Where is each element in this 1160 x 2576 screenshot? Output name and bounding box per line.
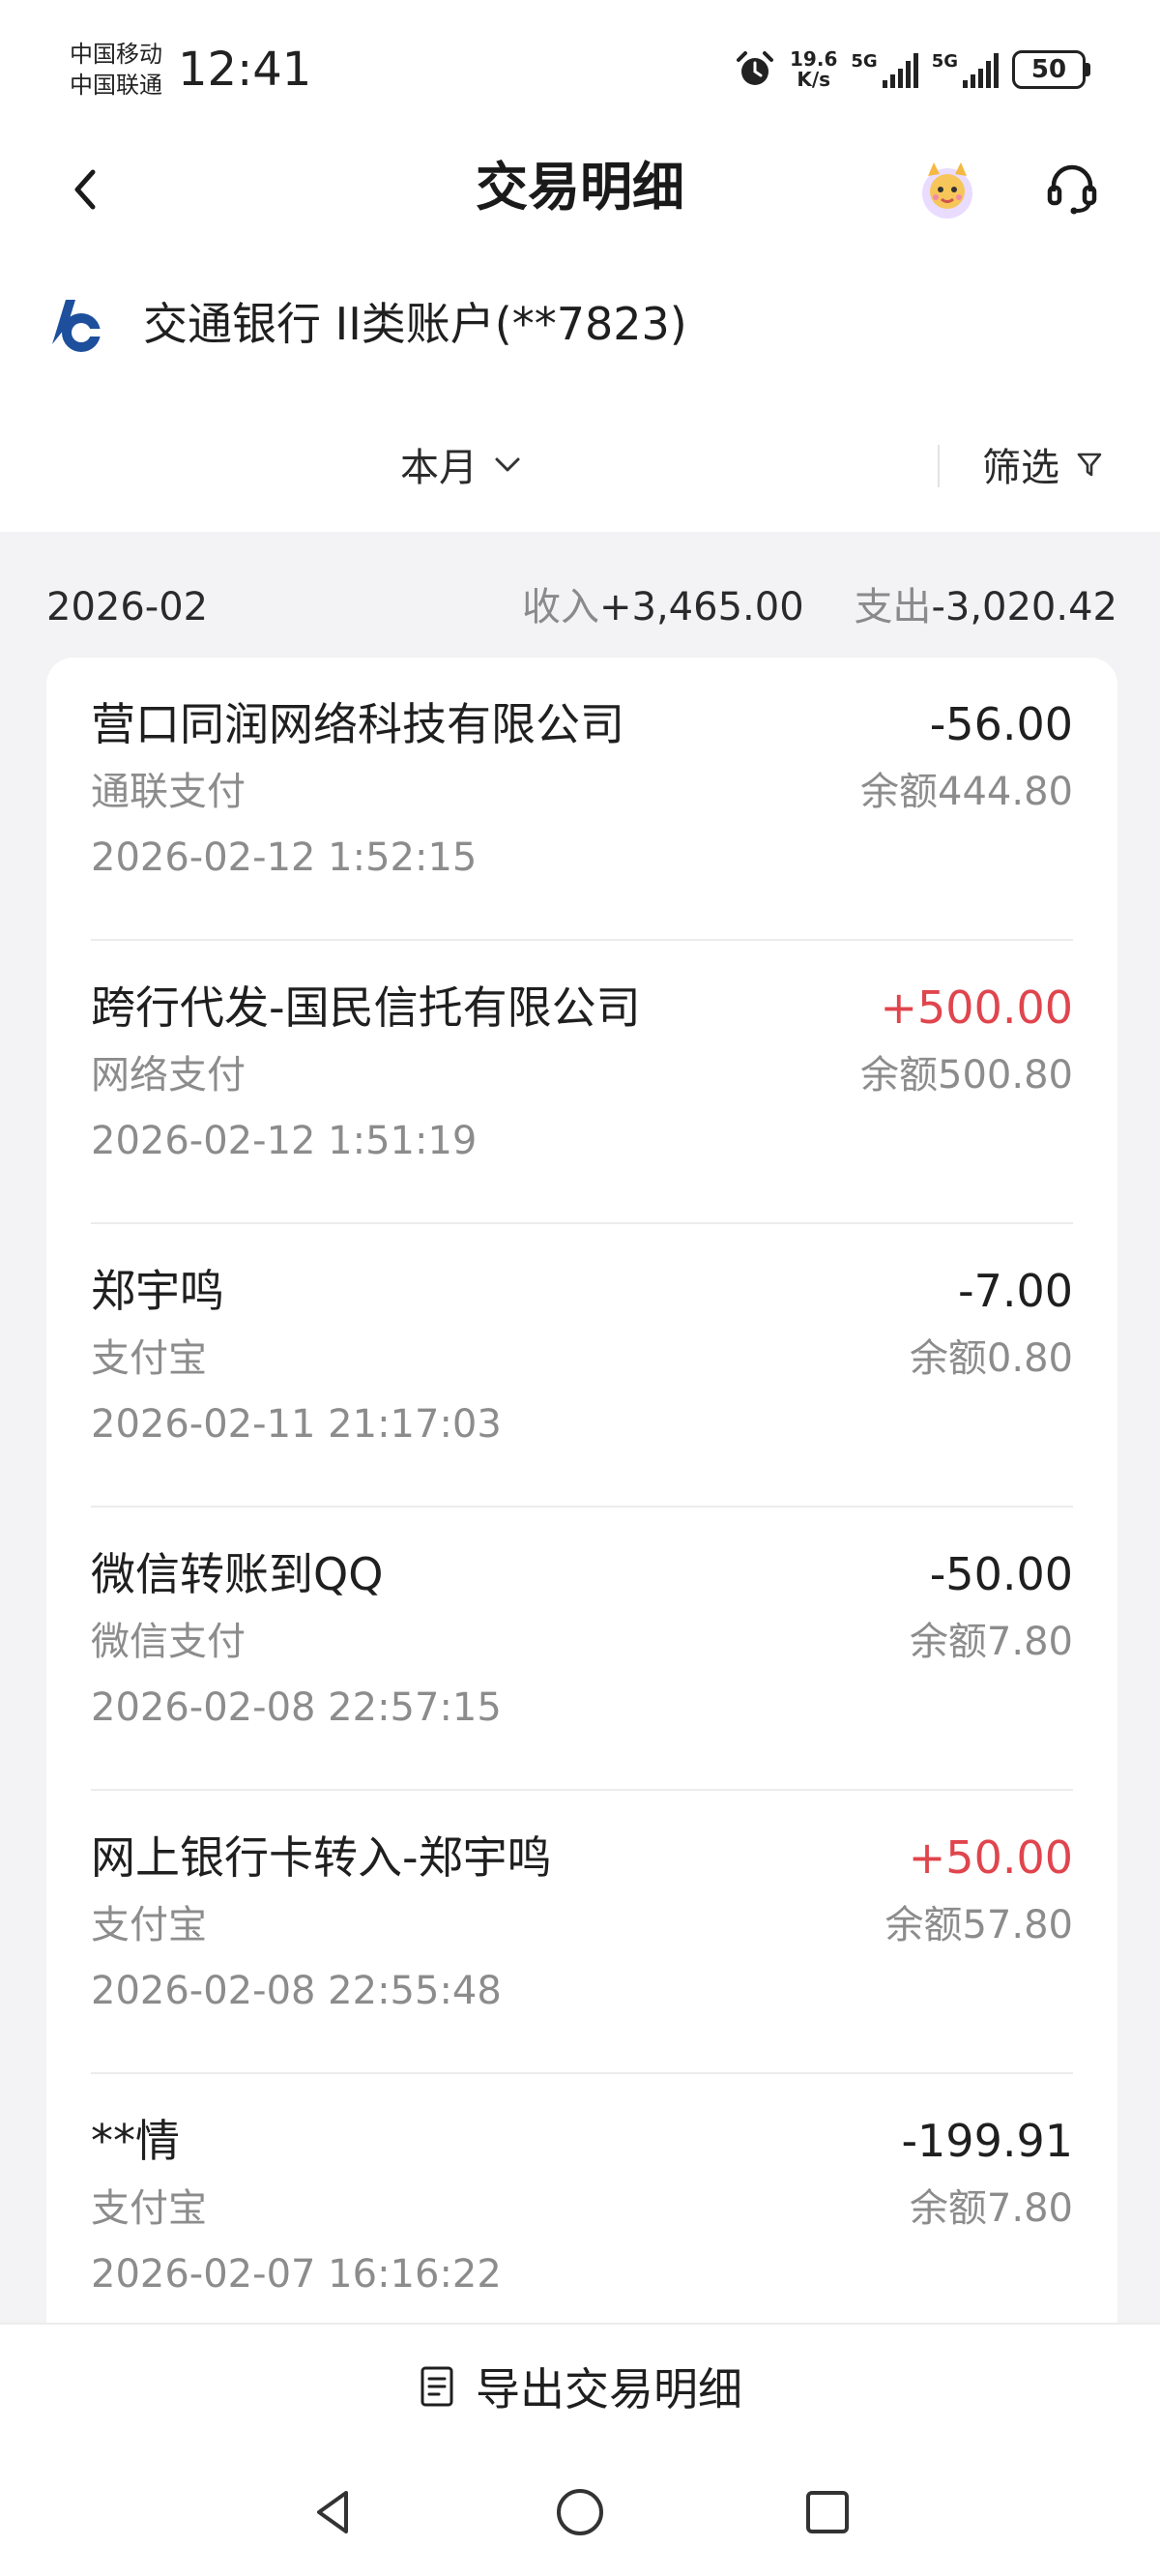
mascot-button[interactable] <box>914 157 980 222</box>
transaction-name: 营口同润网络科技有限公司 <box>91 698 624 750</box>
month-summary: 2026-02 收入+3,465.00 支出-3,020.42 <box>46 575 1117 639</box>
transaction-name: 跨行代发-国民信托有限公司 <box>91 981 641 1034</box>
period-label: 本月 <box>400 446 478 490</box>
net-speed: 19.6 K/s <box>790 49 837 90</box>
nav-recent-icon[interactable] <box>800 2485 855 2539</box>
mascot-icon <box>922 162 972 219</box>
month-expense: 支出-3,020.42 <box>854 575 1117 639</box>
transaction-details-screen: 中国移动 中国联通 12:41 19.6 K/s 5G 5G 50 交易明细 交… <box>0 0 1160 2576</box>
income-value: +3,465.00 <box>599 585 804 629</box>
status-indicators: 19.6 K/s 5G 5G 50 <box>734 46 1090 93</box>
transaction-time: 2026-02-12 1:52:15 <box>91 835 478 880</box>
nav-bar: 交易明细 <box>0 135 1160 242</box>
period-dropdown[interactable]: 本月 <box>400 435 524 493</box>
transaction-name: **情 <box>91 2115 180 2167</box>
account-name: 交通银行 II类账户(**7823) <box>143 298 687 350</box>
transaction-time: 2026-02-12 1:51:19 <box>91 1119 478 1163</box>
transaction-time: 2026-02-08 22:55:48 <box>91 1969 502 2013</box>
transaction-time: 2026-02-11 21:17:03 <box>91 1402 502 1447</box>
transaction-balance: 余额7.80 <box>909 1620 1073 1664</box>
export-button[interactable]: 导出交易明细 <box>0 2323 1160 2448</box>
alarm-icon <box>737 51 774 85</box>
transaction-amount: -56.00 <box>929 698 1073 750</box>
signal-icon: 5G <box>851 51 918 88</box>
funnel-icon <box>1077 453 1102 477</box>
transaction-balance: 余额57.80 <box>884 1903 1073 1947</box>
transaction-row[interactable]: 网上银行卡转入-郑宇鸣 +50.00 支付宝 余额57.80 2026-02-0… <box>91 1791 1073 2074</box>
transaction-name: 微信转账到QQ <box>91 1548 384 1600</box>
income-label: 收入 <box>522 585 599 629</box>
page-title: 交易明细 <box>476 157 684 218</box>
transaction-channel: 微信支付 <box>91 1620 246 1664</box>
carrier-1: 中国移动 <box>70 41 162 68</box>
filter-divider <box>938 445 940 487</box>
signal-1-label: 5G <box>851 51 878 72</box>
filter-button[interactable]: 筛选 <box>982 435 1104 493</box>
export-label: 导出交易明细 <box>476 2363 742 2415</box>
carrier-2: 中国联通 <box>70 72 162 99</box>
transaction-row[interactable]: 营口同润网络科技有限公司 -56.00 通联支付 余额444.80 2026-0… <box>91 658 1073 941</box>
transaction-amount: +500.00 <box>880 981 1074 1034</box>
transaction-row[interactable]: 微信转账到QQ -50.00 微信支付 余额7.80 2026-02-08 22… <box>91 1508 1073 1791</box>
transaction-amount: -50.00 <box>929 1548 1073 1600</box>
transaction-amount: -199.91 <box>901 2115 1073 2167</box>
expense-value: -3,020.42 <box>931 585 1117 629</box>
status-bar: 中国移动 中国联通 12:41 19.6 K/s 5G 5G 50 <box>0 0 1160 135</box>
net-speed-value: 19.6 <box>790 47 838 71</box>
filter-row: 本月 筛选 <box>0 416 1160 512</box>
bank-logo-icon <box>52 300 104 352</box>
signal-2-label: 5G <box>931 51 958 72</box>
transaction-time: 2026-02-07 16:16:22 <box>91 2252 502 2297</box>
system-navigation-bar <box>0 2466 1160 2562</box>
transaction-name: 郑宇鸣 <box>91 1265 224 1317</box>
chevron-down-icon <box>495 457 520 472</box>
status-time: 12:41 <box>178 43 312 97</box>
month-label: 2026-02 <box>46 585 209 629</box>
transaction-channel: 支付宝 <box>91 2186 207 2231</box>
transaction-balance: 余额500.80 <box>860 1053 1073 1098</box>
carrier-names: 中国移动 中国联通 <box>70 39 162 101</box>
nav-back-icon[interactable] <box>307 2485 362 2539</box>
transaction-channel: 支付宝 <box>91 1336 207 1381</box>
battery-icon: 50 <box>1012 50 1090 89</box>
transaction-row[interactable]: **情 -199.91 支付宝 余额7.80 2026-02-07 16:16:… <box>91 2074 1073 2323</box>
customer-service-button[interactable] <box>1042 159 1102 219</box>
expense-label: 支出 <box>854 585 932 629</box>
transaction-row[interactable]: 郑宇鸣 -7.00 支付宝 余额0.80 2026-02-11 21:17:03 <box>91 1224 1073 1508</box>
filter-label: 筛选 <box>982 446 1059 490</box>
transaction-amount: -7.00 <box>957 1265 1073 1317</box>
document-icon <box>420 2366 453 2407</box>
net-speed-unit: K/s <box>797 68 831 91</box>
transaction-channel: 支付宝 <box>91 1903 207 1947</box>
transaction-list: 营口同润网络科技有限公司 -56.00 通联支付 余额444.80 2026-0… <box>46 658 1117 2323</box>
transaction-balance: 余额7.80 <box>909 2186 1073 2231</box>
account-row: 交通银行 II类账户(**7823) <box>0 280 1160 367</box>
transaction-amount: +50.00 <box>908 1831 1073 1884</box>
month-income: 收入+3,465.00 <box>522 575 804 639</box>
signal-icon: 5G <box>932 51 999 88</box>
transaction-row[interactable]: 跨行代发-国民信托有限公司 +500.00 网络支付 余额500.80 2026… <box>91 941 1073 1224</box>
transaction-time: 2026-02-08 22:57:15 <box>91 1685 502 1730</box>
transaction-name: 网上银行卡转入-郑宇鸣 <box>91 1831 552 1884</box>
nav-home-icon[interactable] <box>553 2485 607 2539</box>
battery-level: 50 <box>1012 50 1086 89</box>
transaction-channel: 通联支付 <box>91 770 246 814</box>
transaction-balance: 余额0.80 <box>909 1336 1073 1381</box>
transaction-balance: 余额444.80 <box>860 770 1073 814</box>
headset-icon <box>1047 164 1097 215</box>
transaction-channel: 网络支付 <box>91 1053 246 1098</box>
